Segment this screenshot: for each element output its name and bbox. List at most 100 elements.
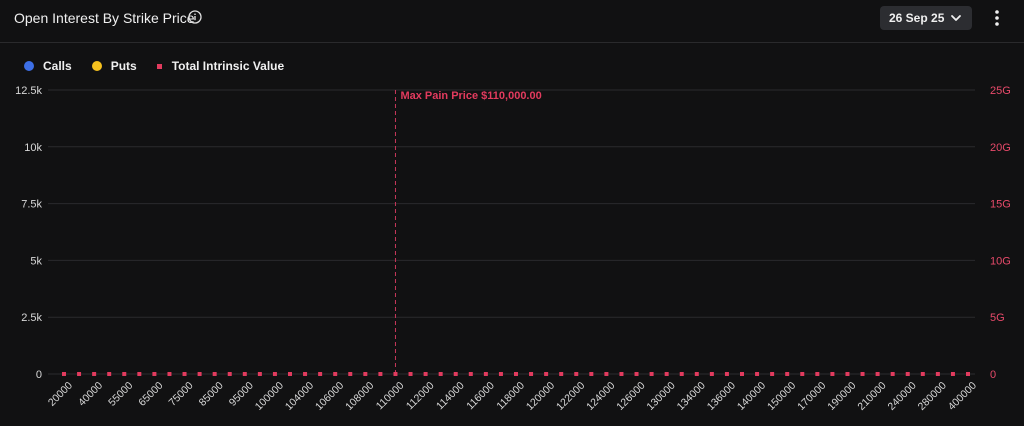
intrinsic-value-point [755, 372, 760, 376]
intrinsic-value-point [438, 372, 443, 376]
intrinsic-value-point [333, 372, 338, 376]
intrinsic-value-point [182, 372, 187, 376]
y-right-tick-label: 25G [990, 85, 1011, 97]
intrinsic-value-point [77, 372, 82, 376]
intrinsic-value-point [288, 372, 292, 376]
intrinsic-value-point [303, 372, 308, 376]
intrinsic-value-point [529, 372, 534, 376]
x-tick-label: 75000 [166, 379, 195, 408]
x-tick-label: 120000 [524, 379, 557, 412]
x-tick-label: 170000 [795, 379, 828, 412]
x-tick-label: 100000 [253, 379, 286, 412]
intrinsic-value-point [770, 372, 775, 376]
x-tick-label: 112000 [404, 379, 437, 412]
intrinsic-value-point [920, 372, 925, 376]
intrinsic-value-point [815, 372, 820, 376]
x-tick-label: 126000 [614, 379, 647, 412]
intrinsic-value-point [679, 372, 684, 376]
y-left-tick-label: 5k [30, 255, 42, 267]
x-tick-label: 106000 [313, 379, 346, 412]
y-left-tick-label: 2.5k [21, 312, 42, 324]
x-tick-label: 150000 [765, 379, 798, 412]
y-right-tick-label: 20G [990, 142, 1011, 154]
x-tick-label: 280000 [916, 379, 949, 412]
intrinsic-value-point [107, 372, 112, 376]
x-tick-label: 400000 [946, 379, 979, 412]
y-left-tick-label: 10k [24, 142, 42, 154]
intrinsic-value-point [740, 372, 744, 376]
intrinsic-value-point [348, 372, 353, 376]
intrinsic-value-point [498, 372, 503, 376]
y-right-tick-label: 15G [990, 199, 1011, 211]
intrinsic-value-point [860, 372, 865, 376]
x-tick-label: 124000 [584, 379, 617, 412]
x-tick-label: 65000 [136, 379, 165, 408]
intrinsic-value-point [709, 372, 714, 376]
intrinsic-value-point [408, 372, 413, 376]
intrinsic-value-point [890, 372, 895, 376]
intrinsic-value-point [950, 372, 955, 376]
intrinsic-value-point [664, 372, 669, 376]
y-right-tick-label: 0 [990, 369, 996, 381]
x-tick-label: 85000 [197, 379, 226, 408]
intrinsic-value-point [272, 372, 277, 376]
intrinsic-value-point [785, 372, 790, 376]
intrinsic-value-point [589, 372, 594, 376]
intrinsic-value-point [453, 372, 458, 376]
y-left-tick-label: 12.5k [15, 85, 42, 97]
intrinsic-value-point [227, 372, 232, 376]
intrinsic-value-point [514, 372, 518, 376]
intrinsic-value-point [694, 372, 699, 376]
intrinsic-value-point [137, 372, 142, 376]
intrinsic-value-point [544, 372, 549, 376]
intrinsic-value-point [378, 372, 383, 376]
x-tick-label: 136000 [705, 379, 738, 412]
x-tick-label: 140000 [735, 379, 768, 412]
max-pain-label: Max Pain Price $110,000.00 [400, 90, 541, 102]
intrinsic-value-point [62, 372, 66, 376]
intrinsic-value-point [935, 372, 940, 376]
intrinsic-value-point [92, 372, 97, 376]
intrinsic-value-point [619, 372, 624, 376]
intrinsic-value-point [724, 372, 729, 376]
x-tick-label: 240000 [886, 379, 919, 412]
intrinsic-value-point [152, 372, 157, 376]
y-left-tick-label: 7.5k [21, 199, 42, 211]
intrinsic-value-point [559, 372, 564, 376]
intrinsic-value-point [197, 372, 202, 376]
x-tick-label: 55000 [106, 379, 135, 408]
x-tick-label: 110000 [374, 379, 407, 412]
intrinsic-value-point [649, 372, 654, 376]
x-tick-label: 122000 [554, 379, 587, 412]
intrinsic-value-point [393, 372, 398, 376]
x-tick-label: 134000 [675, 379, 708, 412]
intrinsic-value-point [122, 372, 127, 376]
intrinsic-value-point [468, 372, 473, 376]
y-left-tick-label: 0 [36, 369, 42, 381]
intrinsic-value-point [634, 372, 639, 376]
intrinsic-value-point [830, 372, 835, 376]
intrinsic-value-point [212, 372, 217, 376]
x-tick-label: 104000 [283, 379, 316, 412]
intrinsic-value-point [574, 372, 579, 376]
intrinsic-value-point [845, 372, 850, 376]
y-right-tick-label: 5G [990, 312, 1005, 324]
intrinsic-value-point [423, 372, 428, 376]
open-interest-chart: 0 2.5k 5k 7.5k 10k 12.5k 0 5G 10G 15G 20G 25G Max Pa… [15, 85, 1011, 413]
x-tick-label: 190000 [825, 379, 858, 412]
x-tick-label: 20000 [46, 379, 75, 408]
x-tick-label: 118000 [494, 379, 527, 412]
intrinsic-value-point [966, 372, 970, 376]
intrinsic-value-point [905, 372, 910, 376]
intrinsic-value-point [242, 372, 247, 376]
intrinsic-value-point [363, 372, 368, 376]
y-right-tick-label: 10G [990, 255, 1011, 267]
intrinsic-value-point [875, 372, 880, 376]
x-tick-label: 116000 [464, 379, 497, 412]
intrinsic-value-point [604, 372, 609, 376]
intrinsic-value-point [167, 372, 172, 376]
x-tick-label: 114000 [434, 379, 467, 412]
intrinsic-value-point [800, 372, 805, 376]
intrinsic-value-point [257, 372, 262, 376]
intrinsic-value-point [318, 372, 323, 376]
